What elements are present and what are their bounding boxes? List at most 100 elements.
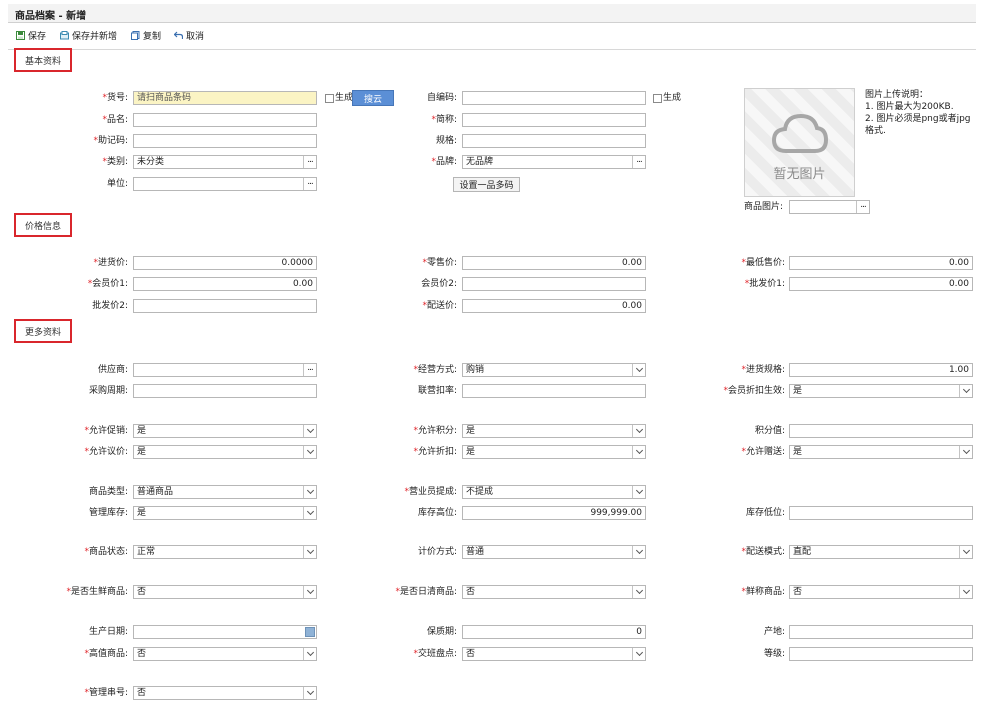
chevron-glyph (635, 586, 643, 595)
high-value-select[interactable]: 否 (133, 647, 317, 661)
supplier-picker[interactable]: ... (133, 363, 317, 377)
biz-mode-select[interactable]: 购销 (462, 363, 646, 377)
chevron-glyph (635, 648, 643, 657)
save-button[interactable]: 保存 (16, 28, 46, 42)
is-daily-clear-select[interactable]: 否 (462, 585, 646, 599)
chevron-down-icon[interactable] (632, 364, 645, 376)
item-no-input[interactable]: 请扫商品条码 (133, 91, 317, 105)
chevron-down-icon[interactable] (303, 687, 316, 699)
perishable-label-text: 鲜称商品: (745, 587, 785, 597)
undo-icon (173, 31, 184, 40)
chevron-down-icon[interactable] (959, 586, 972, 598)
purchase-price-input[interactable]: 0.0000 (133, 256, 317, 270)
retail-price-input[interactable]: 0.00 (462, 256, 646, 270)
chevron-glyph (635, 425, 643, 434)
chevron-down-icon[interactable] (632, 486, 645, 498)
chevron-down-icon[interactable] (303, 486, 316, 498)
item-status-select[interactable]: 正常 (133, 545, 317, 559)
is-fresh-select[interactable]: 否 (133, 585, 317, 599)
purchase-spec-input[interactable]: 1.00 (789, 363, 973, 377)
chevron-down-icon[interactable] (632, 648, 645, 660)
allow-points-select[interactable]: 是 (462, 424, 646, 438)
category-label-text: 类别: (106, 157, 128, 167)
joint-deduct-input[interactable] (462, 384, 646, 398)
chevron-down-icon[interactable] (959, 546, 972, 558)
ellipsis-icon[interactable]: ... (856, 201, 869, 213)
sales-commission-value: 不提成 (466, 487, 494, 497)
points-value-input[interactable] (789, 424, 973, 438)
spec-input[interactable] (462, 134, 646, 148)
delivery-price-input[interactable]: 0.00 (462, 299, 646, 313)
chevron-down-icon[interactable] (303, 648, 316, 660)
copy-button[interactable]: 复制 (131, 28, 161, 42)
prod-date-input[interactable] (133, 625, 317, 639)
allow-discount-select[interactable]: 是 (462, 445, 646, 459)
allow-discount-label-text: 允许折扣: (417, 447, 457, 457)
chevron-down-icon[interactable] (303, 446, 316, 458)
origin-input[interactable] (789, 625, 973, 639)
item-type-select[interactable]: 普通商品 (133, 485, 317, 499)
biz-mode-label: *经营方式: (413, 363, 457, 377)
min-sale-price-input[interactable]: 0.00 (789, 256, 973, 270)
product-image-placeholder[interactable]: 暂无图片 (744, 88, 855, 197)
short-name-label: *简称: (431, 113, 457, 127)
ellipsis-icon[interactable]: ... (303, 178, 316, 190)
mnemonic-input[interactable] (133, 134, 317, 148)
category-label: *类别: (102, 155, 128, 169)
allow-bargain-select[interactable]: 是 (133, 445, 317, 459)
delivery-mode-select[interactable]: 直配 (789, 545, 973, 559)
product-image-picker[interactable]: ... (789, 200, 870, 214)
short-name-label-text: 简称: (435, 115, 457, 125)
chevron-down-icon[interactable] (632, 425, 645, 437)
short-name-input[interactable] (462, 113, 646, 127)
cancel-button[interactable]: 取消 (173, 28, 204, 42)
serial-mgmt-select[interactable]: 否 (133, 686, 317, 700)
chevron-down-icon[interactable] (632, 446, 645, 458)
chevron-down-icon[interactable] (303, 586, 316, 598)
manage-stock-select[interactable]: 是 (133, 506, 317, 520)
member-price1-label-text: 会员价1: (92, 279, 128, 289)
allow-discount-value: 是 (466, 447, 476, 457)
brand-picker[interactable]: 无品牌... (462, 155, 646, 169)
purchase-cycle-input[interactable] (133, 384, 317, 398)
multi-code-button[interactable]: 设置一品多码 (453, 177, 520, 192)
ellipsis-icon[interactable]: ... (303, 156, 316, 168)
ellipsis-icon[interactable]: ... (632, 156, 645, 168)
unit-picker[interactable]: ... (133, 177, 317, 191)
name-label-text: 品名: (106, 115, 128, 125)
self-code-input[interactable] (462, 91, 646, 105)
save-and-new-button[interactable]: 保存并新增 (60, 28, 117, 42)
chevron-down-icon[interactable] (632, 546, 645, 558)
stock-high-input[interactable]: 999,999.00 (462, 506, 646, 520)
calendar-icon[interactable] (305, 627, 315, 637)
member-discount-select[interactable]: 是 (789, 384, 973, 398)
grade-label: 等级: (763, 649, 785, 659)
image-note-title: 图片上传说明： (865, 90, 929, 100)
shift-check-select[interactable]: 否 (462, 647, 646, 661)
shelf-life-input[interactable]: 0 (462, 625, 646, 639)
stock-low-input[interactable] (789, 506, 973, 520)
member-price2-input[interactable] (462, 277, 646, 291)
allow-gift-select[interactable]: 是 (789, 445, 973, 459)
category-picker[interactable]: 未分类... (133, 155, 317, 169)
pricing-mode-select[interactable]: 普通 (462, 545, 646, 559)
item-no-generate-checkbox[interactable] (325, 94, 334, 103)
self-code-generate-checkbox[interactable] (653, 94, 662, 103)
allow-promo-select[interactable]: 是 (133, 424, 317, 438)
chevron-down-icon[interactable] (959, 385, 972, 397)
grade-input[interactable] (789, 647, 973, 661)
chevron-down-icon[interactable] (303, 425, 316, 437)
wholesale-price1-input[interactable]: 0.00 (789, 277, 973, 291)
search-cloud-button[interactable]: 搜云 (352, 90, 394, 106)
perishable-select[interactable]: 否 (789, 585, 973, 599)
chevron-down-icon[interactable] (303, 546, 316, 558)
ellipsis-icon[interactable]: ... (303, 364, 316, 376)
name-input[interactable] (133, 113, 317, 127)
member-price1-input[interactable]: 0.00 (133, 277, 317, 291)
sales-commission-select[interactable]: 不提成 (462, 485, 646, 499)
wholesale-price2-input[interactable] (133, 299, 317, 313)
retail-price-value: 0.00 (621, 258, 642, 268)
chevron-down-icon[interactable] (303, 507, 316, 519)
chevron-down-icon[interactable] (959, 446, 972, 458)
chevron-down-icon[interactable] (632, 586, 645, 598)
